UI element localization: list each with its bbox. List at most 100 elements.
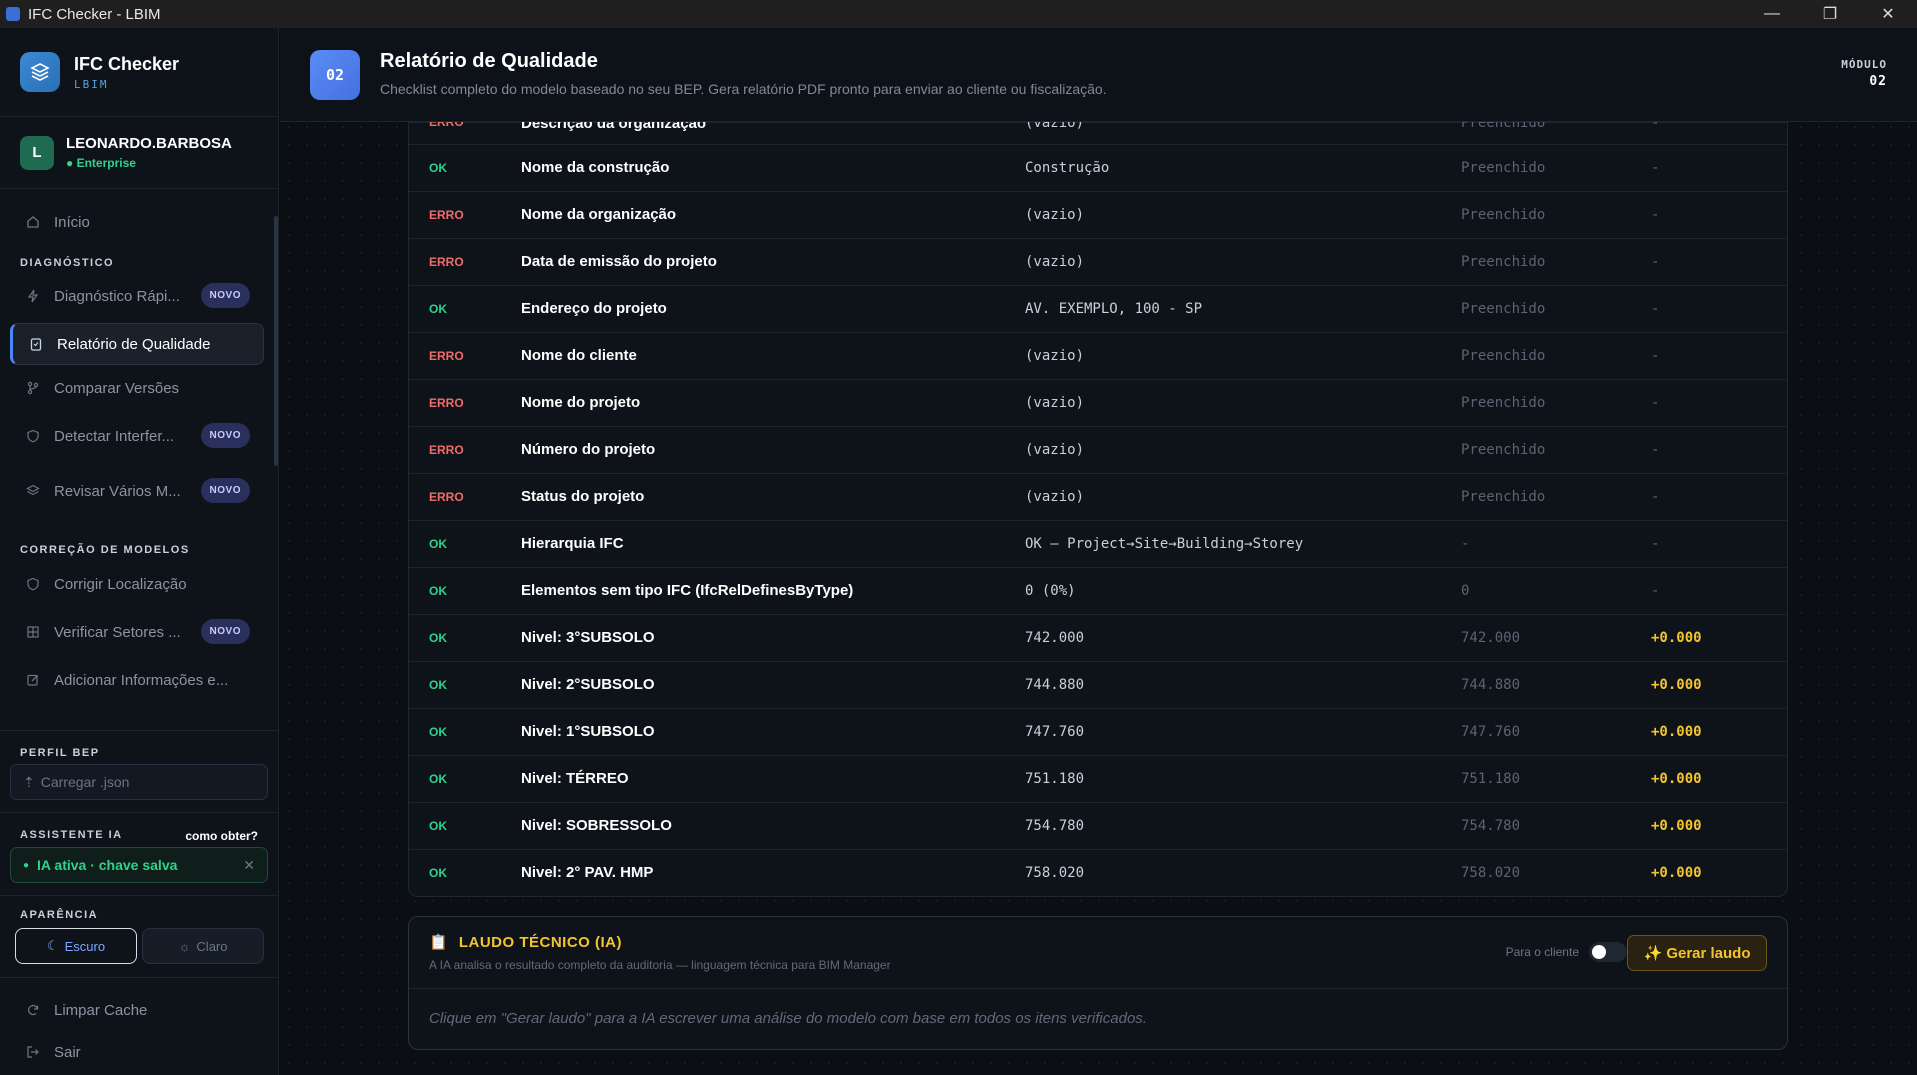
check-name: Nivel: TÉRREO: [521, 770, 629, 787]
table-row: OK Nome da construção Construção Preenchido…: [409, 144, 1787, 191]
status-badge: OK: [429, 725, 447, 739]
status-badge: ERRO: [429, 443, 464, 457]
sidebar-item-verificar-setores[interactable]: Verificar Setores ... NOVO: [10, 611, 264, 653]
sidebar-item-label: Corrigir Localização: [54, 575, 187, 593]
divider: [0, 895, 279, 896]
sidebar-item-label: Comparar Versões: [54, 379, 180, 397]
check-value: OK — Project→Site→Building→Storey: [1025, 536, 1304, 552]
status-badge: OK: [429, 537, 447, 551]
new-badge: NOVO: [200, 619, 250, 644]
check-diff: -: [1651, 348, 1660, 364]
user-card[interactable]: L LEONARDO.BARBOSA ● Enterprise: [0, 117, 278, 189]
divider: [0, 977, 279, 978]
module-number-badge: 02: [310, 50, 360, 100]
check-diff: -: [1651, 536, 1660, 552]
bep-upload-label: Carregar .json: [40, 774, 130, 790]
sun-icon: ☼: [178, 938, 191, 954]
check-expected: Preenchido: [1461, 160, 1546, 176]
sidebar-item-inicio[interactable]: Início: [10, 201, 264, 243]
table-row: OK Nivel: 1°SUBSOLO 747.760 747.760 +0.000: [409, 708, 1787, 755]
status-badge: OK: [429, 302, 447, 316]
sidebar-item-label: Diagnóstico Rápi...: [54, 287, 180, 305]
sidebar-item-corrigir-localizacao[interactable]: Corrigir Localização: [10, 563, 264, 605]
table-row: OK Nivel: 2° PAV. HMP 758.020 758.020 +0.000: [409, 849, 1787, 896]
check-name: Nome da construção: [521, 159, 670, 176]
shield-icon: [26, 429, 40, 443]
check-diff: -: [1651, 395, 1660, 411]
close-window-button[interactable]: ✕: [1859, 0, 1917, 28]
close-icon[interactable]: ✕: [243, 857, 255, 874]
section-aparencia: APARÊNCIA: [20, 909, 99, 921]
branch-icon: [26, 381, 40, 395]
sidebar-item-label: Relatório de Qualidade: [57, 335, 211, 353]
minimize-button[interactable]: —: [1743, 0, 1801, 28]
theme-light-label: Claro: [196, 938, 228, 954]
check-value: 754.780: [1025, 818, 1085, 834]
logout-label: Sair: [54, 1043, 81, 1061]
sidebar-item-revisar-varios[interactable]: Revisar Vários M... NOVO: [10, 470, 264, 512]
page-header: 02 Relatório de Qualidade Checklist comp…: [280, 28, 1917, 122]
clear-cache-button[interactable]: Limpar Cache: [10, 989, 264, 1031]
window-titlebar: IFC Checker - LBIM — ❐ ✕: [0, 0, 1917, 28]
shield-icon: [26, 577, 40, 591]
table-row: ERRO Número do projeto (vazio) Preenchido -: [409, 426, 1787, 473]
check-diff: +0.000: [1651, 771, 1702, 787]
edit-icon: [26, 673, 40, 687]
sidebar-scrollbar[interactable]: [274, 216, 278, 466]
status-badge: OK: [429, 631, 447, 645]
theme-light-button[interactable]: ☼ Claro: [142, 928, 264, 964]
brand-sub: LBIM: [74, 77, 109, 91]
brand: IFC Checker LBIM: [0, 28, 278, 117]
check-expected: Preenchido: [1461, 301, 1546, 317]
how-to-get-link[interactable]: como obter?: [185, 829, 258, 843]
check-expected: 744.880: [1461, 677, 1521, 693]
check-diff: -: [1651, 254, 1660, 270]
check-value: (vazio): [1025, 122, 1085, 131]
bep-upload-button[interactable]: ⇡ Carregar .json: [10, 764, 268, 800]
check-diff: -: [1651, 122, 1660, 131]
check-expected: 0: [1461, 583, 1470, 599]
check-expected: 758.020: [1461, 865, 1521, 881]
check-diff: -: [1651, 442, 1660, 458]
module-indicator: MÓDULO 02: [1841, 58, 1887, 89]
theme-dark-button[interactable]: ☾ Escuro: [15, 928, 137, 964]
sidebar-item-diagnostico-rapido[interactable]: Diagnóstico Rápi... NOVO: [10, 275, 264, 317]
table-row: OK Elementos sem tipo IFC (IfcRelDefinesB…: [409, 567, 1787, 614]
client-toggle[interactable]: [1589, 942, 1627, 962]
status-badge: ERRO: [429, 122, 464, 129]
check-value: 742.000: [1025, 630, 1085, 646]
check-name: Nome da organização: [521, 206, 677, 223]
check-diff: +0.000: [1651, 677, 1702, 693]
check-name: Endereço do projeto: [521, 300, 667, 317]
check-value: 744.880: [1025, 677, 1085, 693]
client-toggle-label: Para o cliente: [1505, 945, 1579, 959]
check-diff: -: [1651, 207, 1660, 223]
layers-logo-icon: [20, 52, 60, 92]
sidebar-item-comparar-versoes[interactable]: Comparar Versões: [10, 367, 264, 409]
window-title: IFC Checker - LBIM: [28, 5, 161, 23]
status-badge: ERRO: [429, 396, 464, 410]
table-row: OK Endereço do projeto AV. EXEMPLO, 100 - …: [409, 285, 1787, 332]
check-name: Nome do projeto: [521, 394, 641, 411]
theme-dark-label: Escuro: [64, 938, 106, 954]
sidebar-item-adicionar-informacoes[interactable]: Adicionar Informações e...: [10, 659, 264, 701]
status-badge: OK: [429, 584, 447, 598]
section-perfil-bep: PERFIL BEP: [20, 747, 100, 759]
check-expected: 751.180: [1461, 771, 1521, 787]
check-expected: Preenchido: [1461, 395, 1546, 411]
laudo-title-text: LAUDO TÉCNICO (IA): [458, 934, 623, 951]
sidebar-item-label: Verificar Setores ...: [54, 623, 181, 641]
new-badge: NOVO: [200, 283, 250, 308]
logout-icon: [26, 1045, 40, 1059]
divider: [0, 812, 279, 813]
layers-icon: [26, 484, 40, 498]
check-name: Status do projeto: [521, 488, 645, 505]
sidebar-item-label: Detectar Interfer...: [54, 427, 175, 445]
sidebar-item-detectar-interferencias[interactable]: Detectar Interfer... NOVO: [10, 415, 264, 457]
generate-laudo-button[interactable]: ✨ Gerar laudo: [1627, 935, 1767, 971]
sidebar-item-relatorio-qualidade[interactable]: Relatório de Qualidade: [10, 323, 264, 365]
check-name: Descrição da organização: [521, 122, 707, 132]
maximize-button[interactable]: ❐: [1801, 0, 1859, 28]
home-icon: [26, 215, 40, 229]
logout-button[interactable]: Sair: [10, 1031, 264, 1073]
